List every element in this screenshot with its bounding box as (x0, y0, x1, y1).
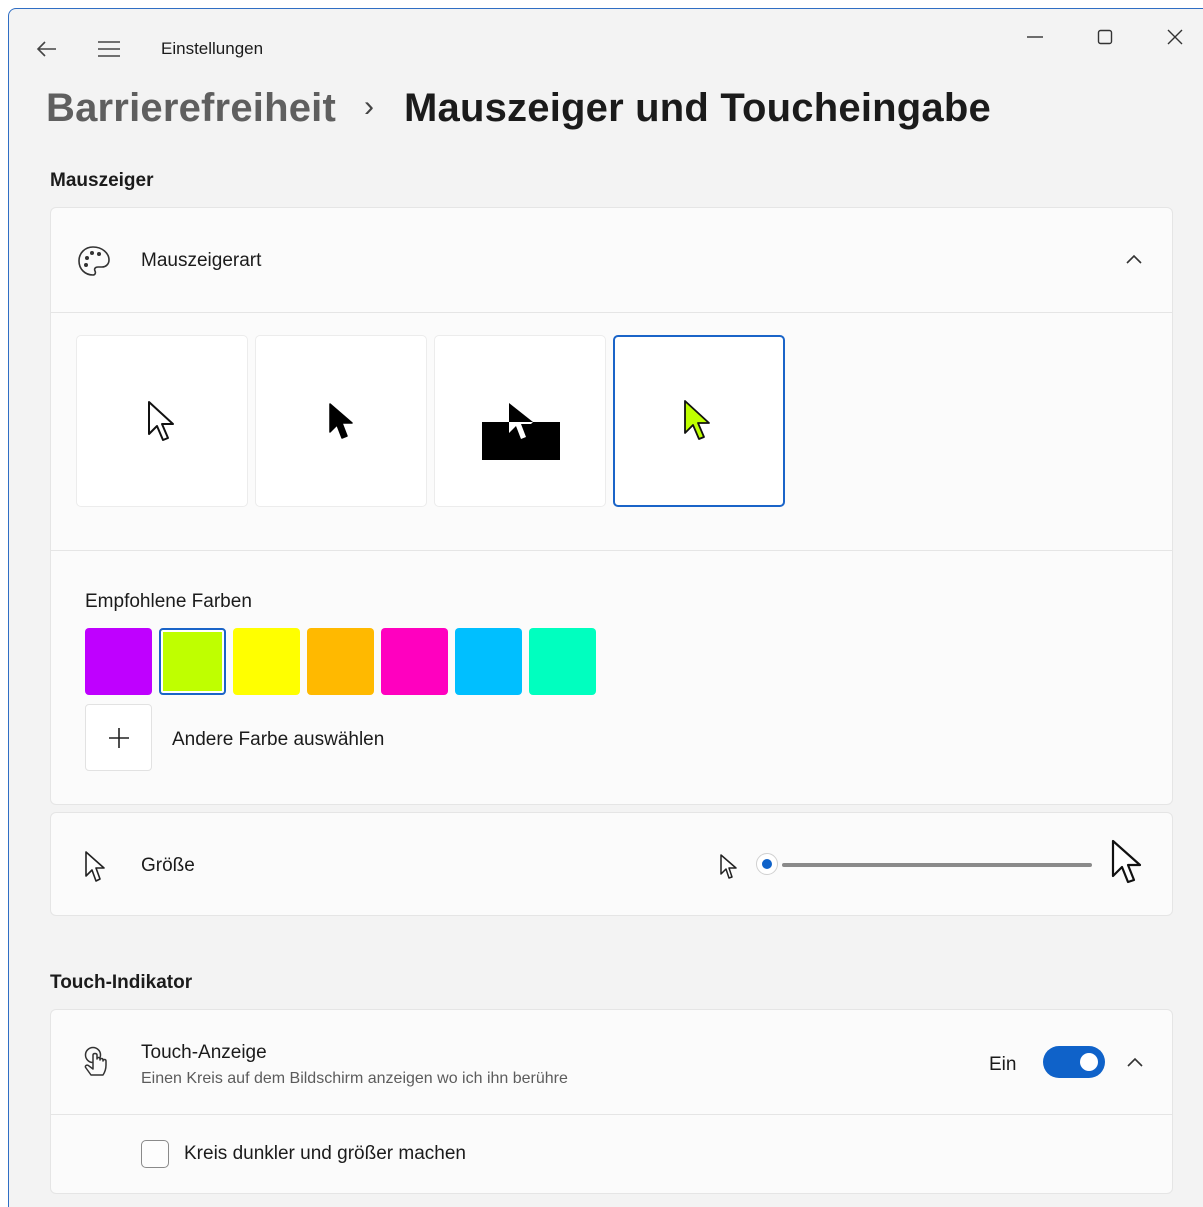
pointer-style-custom-tile[interactable] (613, 335, 785, 507)
page-title: Mauszeiger und Toucheingabe (404, 86, 991, 130)
darker-circle-label[interactable]: Kreis dunkler und größer machen (184, 1143, 466, 1165)
window-title: Einstellungen (161, 39, 264, 58)
slider-track (782, 863, 1092, 867)
maximize-icon (1097, 29, 1113, 45)
color-swatch-yellow[interactable] (233, 628, 300, 695)
cursor-icon (85, 851, 105, 882)
breadcrumb: Barrierefreiheit › Mauszeiger und Touche… (46, 86, 1046, 136)
toggle-knob (1080, 1053, 1098, 1071)
close-button[interactable] (1154, 22, 1196, 52)
color-swatch-magenta[interactable] (381, 628, 448, 695)
plus-icon (108, 727, 129, 748)
section-title-touch: Touch-Indikator (50, 972, 193, 993)
maximize-button[interactable] (1084, 22, 1126, 52)
color-swatch-purple[interactable] (85, 628, 152, 695)
touch-indicator-label: Touch-Anzeige (141, 1042, 267, 1063)
add-color-label[interactable]: Andere Farbe auswählen (172, 729, 384, 751)
color-swatch-teal[interactable] (529, 628, 596, 695)
black-cursor-icon (329, 403, 353, 439)
pointer-style-label: Mauszeigerart (141, 250, 262, 271)
color-swatch-orange[interactable] (307, 628, 374, 695)
white-cursor-icon (148, 401, 174, 441)
large-cursor-icon (1111, 839, 1142, 884)
slider-thumb[interactable] (756, 853, 778, 875)
minimize-button[interactable] (1014, 22, 1056, 52)
add-color-button[interactable] (85, 704, 152, 771)
color-swatch-blue[interactable] (455, 628, 522, 695)
chevron-up-icon[interactable] (1125, 253, 1143, 265)
menu-button[interactable] (92, 34, 126, 64)
divider (51, 1114, 1172, 1115)
back-button[interactable] (30, 34, 64, 64)
pointer-style-header[interactable]: Mauszeigerart (51, 208, 1172, 312)
touch-indicator-toggle[interactable] (1043, 1046, 1105, 1078)
touch-icon (84, 1046, 107, 1076)
pointer-size-slider[interactable] (756, 852, 1096, 880)
small-cursor-icon (720, 854, 737, 879)
hamburger-menu-icon (98, 41, 120, 57)
pointer-style-white-tile[interactable] (76, 335, 248, 507)
divider (51, 550, 1172, 551)
pointer-size-label: Größe (141, 855, 195, 876)
touch-indicator-card (50, 1009, 1173, 1194)
pointer-style-black-tile[interactable] (255, 335, 427, 507)
close-icon (1167, 29, 1183, 45)
toggle-state-label: Ein (989, 1054, 1017, 1075)
back-arrow-icon (36, 41, 56, 57)
pointer-style-inverted-tile[interactable] (434, 335, 606, 507)
custom-color-cursor-icon (684, 400, 710, 440)
minimize-icon (1027, 36, 1043, 38)
breadcrumb-root-link[interactable]: Barrierefreiheit (46, 86, 336, 131)
section-title-pointer: Mauszeiger (50, 170, 154, 191)
divider (51, 312, 1172, 313)
inverted-cursor-icon (509, 403, 533, 439)
touch-indicator-description: Einen Kreis auf dem Bildschirm anzeigen … (141, 1070, 568, 1087)
darker-circle-checkbox[interactable] (141, 1140, 169, 1168)
palette-icon (78, 246, 110, 276)
recommended-colors-label: Empfohlene Farben (85, 591, 252, 612)
chevron-up-icon[interactable] (1126, 1056, 1144, 1068)
color-swatch-lime[interactable] (159, 628, 226, 695)
breadcrumb-separator: › (364, 90, 374, 123)
